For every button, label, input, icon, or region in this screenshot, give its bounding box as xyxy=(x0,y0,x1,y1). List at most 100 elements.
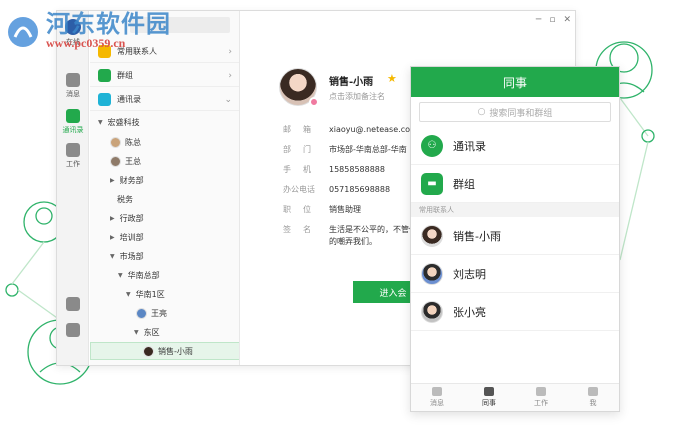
field-label: 签 名 xyxy=(283,225,313,234)
window-controls: ─ ▫ ✕ xyxy=(536,15,571,25)
avatar xyxy=(143,345,154,357)
tab-messages[interactable]: 消息 xyxy=(411,384,463,411)
field-department: 部 门 市场部-华南总部-华南 xyxy=(283,144,419,156)
tree-node-label: 培训部 xyxy=(119,232,144,242)
expanded-triangle-icon: ▼ xyxy=(118,271,123,279)
tree-node-label: 税务 xyxy=(117,194,133,204)
group-icon: ▬ xyxy=(421,172,443,195)
folder-icon xyxy=(66,323,80,337)
contact-row[interactable]: 销售-小雨 xyxy=(411,217,619,255)
panel-title: 同事 xyxy=(411,67,619,97)
tree-node[interactable]: ▶ 行政部 xyxy=(90,209,239,227)
contacts-icon xyxy=(484,387,494,396)
section-label: 通讯录 xyxy=(117,95,141,104)
contacts-icon xyxy=(98,93,111,106)
tab-work[interactable]: 工作 xyxy=(515,384,567,411)
panel-item-label: 通讯录 xyxy=(453,139,486,153)
tree-node[interactable]: 王亮 xyxy=(90,304,239,322)
tree-node-label: 王亮 xyxy=(151,308,167,318)
tab-label: 同事 xyxy=(482,399,496,407)
tree-section-contacts[interactable]: 通讯录 ⌄ xyxy=(90,89,239,111)
note-input[interactable]: 点击添加备注名 xyxy=(329,91,385,102)
tab-label: 消息 xyxy=(430,399,444,407)
tree-node-label: 销售-小雨 xyxy=(158,346,193,356)
star-icon[interactable]: ★ xyxy=(387,72,397,85)
tree-node[interactable]: ▶ 培训部 xyxy=(90,228,239,246)
rail-item-label: 工作 xyxy=(66,160,80,168)
rail-item-messages[interactable]: 消息 xyxy=(57,73,89,99)
tree-section-groups[interactable]: 群组 › xyxy=(90,65,239,87)
avatar xyxy=(421,262,443,285)
field-value: xiaoyu@.netease.com xyxy=(329,125,418,134)
colleague-panel: 同事 ○ 搜索同事和群组 ⚇ 通讯录 ▬ 群组 常用联系人 销售-小雨 刘志明 … xyxy=(410,66,620,412)
contact-name: 销售-小雨 xyxy=(329,77,374,88)
tree-node-label: 陈总 xyxy=(125,137,141,147)
contacts-tree: 常用联系人 › 群组 › 通讯录 ⌄ ▼ 宏盛科技 陈总 王总 ▶ 财务部 税务… xyxy=(90,11,240,365)
field-label: 手 机 xyxy=(283,165,313,174)
tree-node[interactable]: ▼ 东区 xyxy=(90,323,239,341)
tab-label: 我 xyxy=(589,399,597,407)
field-email: 邮 箱 xiaoyu@.netease.com xyxy=(283,124,419,136)
field-label: 办公电话 xyxy=(283,185,315,194)
tab-me[interactable]: 我 xyxy=(567,384,619,411)
search-icon: ○ xyxy=(477,107,486,117)
tree-node[interactable]: 王总 xyxy=(90,152,239,170)
panel-search-input[interactable]: ○ 搜索同事和群组 xyxy=(419,102,611,122)
avatar xyxy=(421,300,443,323)
maximize-icon[interactable]: ▫ xyxy=(549,15,555,25)
tree-node-label: 东区 xyxy=(143,327,160,337)
rail-item-work[interactable]: 工作 xyxy=(57,143,89,169)
expanded-triangle-icon: ▼ xyxy=(98,118,103,126)
field-value: 15858588888 xyxy=(329,165,385,174)
tree-node-label: 宏盛科技 xyxy=(107,117,140,127)
tree-node-selected[interactable]: 销售-小雨 xyxy=(90,342,239,360)
rail-item-folder[interactable] xyxy=(57,323,89,337)
contact-name: 张小亮 xyxy=(453,305,486,319)
tree-node[interactable]: ▼ 华南总部 xyxy=(90,266,239,284)
minimize-icon[interactable]: ─ xyxy=(536,15,541,25)
field-label: 职 位 xyxy=(283,205,313,214)
contact-row[interactable]: 张小亮 xyxy=(411,293,619,331)
tree-node[interactable]: 税务 xyxy=(90,190,239,208)
tree-node-label: 华南总部 xyxy=(127,270,160,280)
message-icon xyxy=(432,387,442,396)
collapsed-triangle-icon: ▶ xyxy=(110,214,115,222)
tree-node[interactable]: 陈总 xyxy=(90,133,239,151)
field-value: 生活是不公平的，不管你的嘲弄我们。 xyxy=(329,225,417,246)
close-icon[interactable]: ✕ xyxy=(563,15,571,25)
collapsed-triangle-icon: ▶ xyxy=(110,176,115,184)
tree-node-label: 王总 xyxy=(125,156,141,166)
tree-node[interactable]: ▼ 市场部 xyxy=(90,247,239,265)
watermark-title: 河东软件园 xyxy=(46,10,171,38)
field-label: 部 门 xyxy=(283,145,313,154)
field-position: 职 位 销售助理 xyxy=(283,204,419,216)
tree-node[interactable]: ▼ 华南1区 xyxy=(90,285,239,303)
panel-item-groups[interactable]: ▬ 群组 xyxy=(411,165,619,203)
avatar xyxy=(136,307,147,319)
chevron-down-icon: ⌄ xyxy=(224,94,232,105)
contact-name: 销售-小雨 xyxy=(453,229,501,243)
field-value: 057185698888 xyxy=(329,185,391,194)
field-value: 销售助理 xyxy=(329,205,361,214)
side-rail: 在线 消息 通讯录 工作 xyxy=(57,11,89,365)
panel-item-contacts[interactable]: ⚇ 通讯录 xyxy=(411,127,619,165)
panel-section-label: 常用联系人 xyxy=(411,203,619,217)
rail-item-label: 消息 xyxy=(66,90,80,98)
tree-node[interactable]: ▶ 财务部 xyxy=(90,171,239,189)
rail-item-contacts[interactable]: 通讯录 xyxy=(57,109,89,135)
gender-badge-icon xyxy=(309,97,319,107)
contact-row[interactable]: 刘志明 xyxy=(411,255,619,293)
field-office-phone: 办公电话 057185698888 xyxy=(283,184,419,196)
apps-icon xyxy=(66,143,80,157)
apps-icon xyxy=(536,387,546,396)
tab-colleagues[interactable]: 同事 xyxy=(463,384,515,411)
field-value: 市场部-华南总部-华南 xyxy=(329,145,407,154)
profile-icon xyxy=(588,387,598,396)
field-mobile: 手 机 15858588888 xyxy=(283,164,419,176)
tree-node[interactable]: ▼ 宏盛科技 xyxy=(90,113,239,131)
rail-item-colleagues[interactable] xyxy=(57,297,89,311)
rail-item-label: 通讯录 xyxy=(62,126,84,134)
tree-node-label: 行政部 xyxy=(119,213,144,223)
chevron-right-icon: › xyxy=(228,46,232,57)
collapsed-triangle-icon: ▶ xyxy=(110,233,115,241)
